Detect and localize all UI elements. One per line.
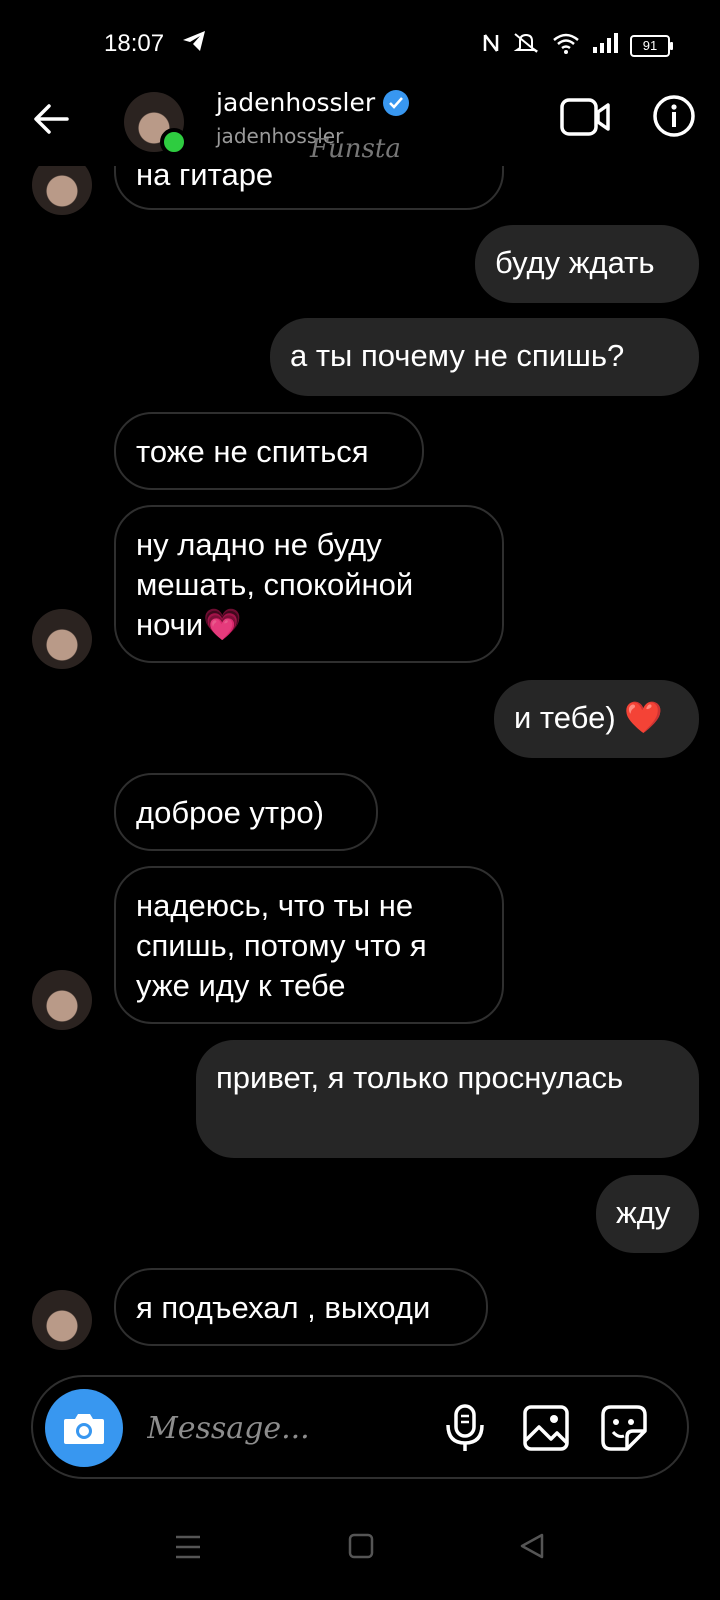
message-text: тоже не спиться [136, 434, 369, 469]
message-composer [31, 1375, 689, 1479]
sender-avatar[interactable] [32, 1290, 92, 1350]
microphone-button[interactable] [443, 1403, 487, 1453]
message-text: и тебе) ❤️ [514, 700, 663, 735]
message-bubble-outgoing[interactable]: буду ждать [475, 225, 699, 303]
profile-name-text: jadenhossler [216, 88, 376, 117]
microphone-icon [446, 1404, 484, 1451]
profile-name[interactable]: jadenhossler [216, 88, 410, 117]
status-icons: 91 [482, 32, 673, 59]
message-bubble-outgoing[interactable]: а ты почему не спишь? [270, 318, 699, 396]
home-icon[interactable] [348, 1532, 374, 1560]
message-text: надеюсь, что ты не спишь, потому что я у… [136, 888, 427, 1003]
info-button[interactable] [652, 94, 696, 138]
message-bubble-incoming[interactable]: доброе утро) [114, 773, 378, 851]
message-text: я подъехал , выходи [136, 1290, 431, 1325]
message-bubble-outgoing[interactable]: и тебе) ❤️ [494, 680, 699, 758]
message-text: ну ладно не буду мешать, спокойной ночи💗 [136, 527, 414, 642]
wifi-icon [552, 32, 580, 59]
camera-icon [64, 1414, 104, 1444]
chat-screen: 18:07 91 jadenhossler jadenhossler Funst… [0, 0, 720, 1600]
watermark-text: Funsta [310, 134, 401, 164]
verified-badge-icon [383, 89, 410, 116]
message-text: а ты почему не спишь? [290, 338, 625, 373]
message-text: доброе утро) [136, 795, 324, 830]
menu-icon[interactable] [174, 1534, 202, 1560]
message-bubble-incoming[interactable]: я подъехал , выходи [114, 1268, 488, 1346]
message-input[interactable] [145, 1405, 439, 1451]
message-text: жду [616, 1195, 671, 1230]
system-nav-bar [0, 1520, 720, 1590]
telegram-icon [182, 30, 206, 57]
message-bubble-outgoing[interactable]: жду [596, 1175, 699, 1253]
sticker-icon [601, 1405, 647, 1451]
video-call-button[interactable] [560, 96, 612, 138]
mute-icon [512, 32, 540, 59]
message-bubble-incoming[interactable]: ну ладно не буду мешать, спокойной ночи💗 [114, 505, 504, 663]
battery-indicator: 91 [630, 34, 673, 57]
chat-header: jadenhossler jadenhossler Funsta [0, 82, 720, 166]
message-text: буду ждать [495, 245, 655, 280]
gallery-button[interactable] [521, 1403, 571, 1453]
video-camera-icon [560, 98, 610, 136]
status-bar: 18:07 91 [0, 0, 720, 80]
online-status-dot [160, 128, 188, 156]
camera-button[interactable] [45, 1389, 123, 1467]
message-text: привет, я только проснулась [216, 1060, 624, 1095]
signal-icon [592, 33, 618, 58]
arrow-left-icon [34, 104, 69, 134]
nfc-icon [482, 32, 500, 59]
gallery-icon [523, 1405, 569, 1451]
message-bubble-outgoing[interactable]: привет, я только проснулась [196, 1040, 699, 1158]
message-bubble-incoming[interactable]: тоже не спиться [114, 412, 424, 490]
sticker-button[interactable] [599, 1403, 649, 1453]
message-bubble-incoming[interactable]: надеюсь, что ты не спишь, потому что я у… [114, 866, 504, 1024]
back-button[interactable] [28, 96, 74, 142]
status-time: 18:07 [104, 30, 165, 57]
sender-avatar[interactable] [32, 970, 92, 1030]
sender-avatar[interactable] [32, 609, 92, 669]
info-icon [653, 95, 695, 137]
back-triangle-icon[interactable] [518, 1532, 546, 1560]
